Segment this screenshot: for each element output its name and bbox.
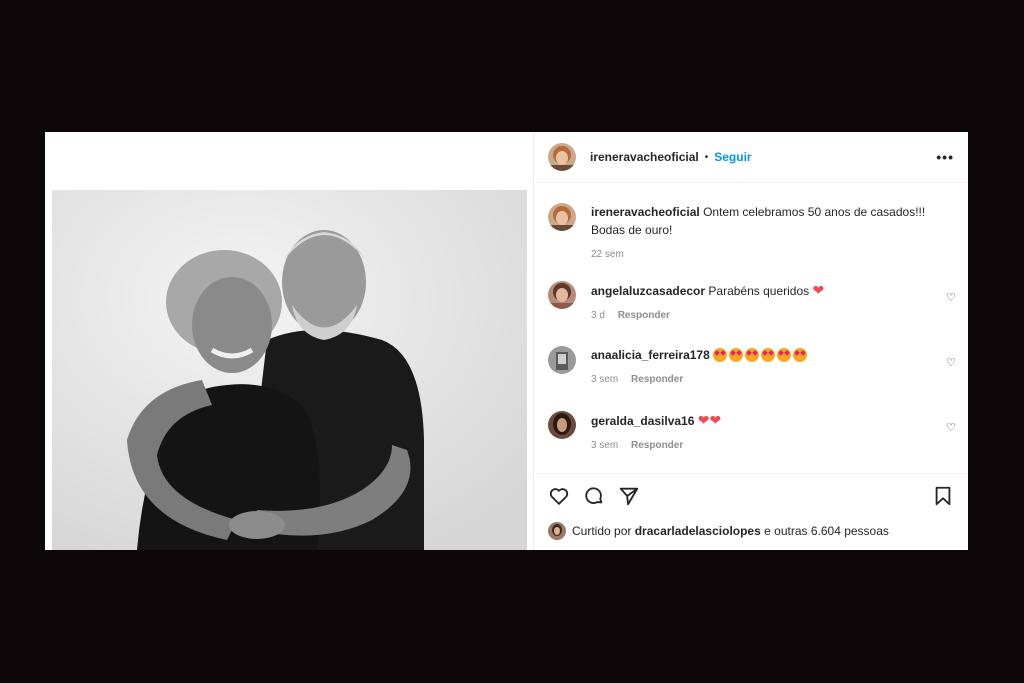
like-comment-heart-icon[interactable]: ♡: [946, 421, 956, 434]
post-header: ireneravacheoficial • Seguir •••: [534, 132, 968, 183]
like-comment-heart-icon[interactable]: ♡: [946, 291, 956, 304]
author-avatar[interactable]: [548, 203, 576, 231]
heart-eyes-emoji: [713, 348, 728, 362]
heart-icon[interactable]: [548, 485, 570, 507]
caption-text: ireneravacheoficial Ontem celebramos 50 …: [591, 203, 961, 239]
instagram-post: ireneravacheoficial • Seguir ••• irenera…: [45, 132, 968, 550]
comment-text: anaalicia_ferreira178: [591, 346, 961, 364]
commenter-avatar[interactable]: [548, 346, 576, 374]
comment-icon[interactable]: [583, 485, 605, 507]
author-username[interactable]: ireneravacheoficial: [590, 150, 699, 164]
comment-item: geralda_dasilva16 ❤❤ 3 sem Responder ♡: [548, 411, 960, 451]
heart-eyes-emoji: [745, 348, 760, 362]
couple-photo: [52, 190, 527, 550]
comment-meta: 3 sem Responder: [591, 374, 961, 385]
caption-time[interactable]: 22 sem: [591, 249, 624, 260]
likes-count[interactable]: e outras 6.604 pessoas: [764, 524, 889, 538]
comment-username[interactable]: anaalicia_ferreira178: [591, 348, 710, 362]
comment-item: anaalicia_ferreira178 3 sem Responder ♡: [548, 346, 960, 385]
comments-list[interactable]: ireneravacheoficial Ontem celebramos 50 …: [534, 183, 968, 473]
comment-time[interactable]: 3 sem: [591, 440, 618, 451]
comment-username[interactable]: angelaluzcasadecor: [591, 284, 705, 298]
red-heart-emoji: ❤: [812, 282, 825, 298]
comment-body: Parabéns queridos: [708, 284, 810, 298]
caption-username[interactable]: ireneravacheoficial: [591, 205, 700, 219]
author-avatar[interactable]: [548, 143, 576, 171]
comment-text: angelaluzcasadecor Parabéns queridos ❤: [591, 281, 961, 300]
heart-eyes-emoji: [729, 348, 744, 362]
comment-time[interactable]: 3 sem: [591, 374, 618, 385]
likes-prefix: Curtido por: [572, 524, 632, 538]
heart-eyes-emoji: [793, 348, 808, 362]
heart-eyes-emoji: [777, 348, 792, 362]
comment-text: geralda_dasilva16 ❤❤: [591, 411, 961, 430]
reply-button[interactable]: Responder: [631, 440, 683, 451]
post-media: [45, 132, 533, 550]
heart-eyes-emoji: [761, 348, 776, 362]
liker-username[interactable]: dracarladelasciolopes: [635, 524, 761, 538]
bookmark-icon[interactable]: [932, 485, 954, 507]
like-comment-heart-icon[interactable]: ♡: [946, 356, 956, 369]
heart-eyes-emoji-row: [713, 348, 809, 362]
caption: ireneravacheoficial Ontem celebramos 50 …: [548, 203, 960, 260]
comment-time[interactable]: 3 d: [591, 310, 605, 321]
commenter-avatar[interactable]: [548, 411, 576, 439]
comment-meta: 3 d Responder: [591, 310, 961, 321]
comment-meta: 3 sem Responder: [591, 440, 961, 451]
post-actions-bar: [534, 473, 968, 517]
reply-button[interactable]: Responder: [618, 310, 670, 321]
share-icon[interactable]: [618, 485, 640, 507]
liker-avatar[interactable]: [548, 522, 566, 540]
post-side-panel: ireneravacheoficial • Seguir ••• irenera…: [533, 132, 968, 550]
separator-dot: •: [704, 151, 709, 163]
reply-button[interactable]: Responder: [631, 374, 683, 385]
post-photo[interactable]: [52, 190, 527, 550]
follow-button[interactable]: Seguir: [714, 150, 751, 164]
commenter-avatar[interactable]: [548, 281, 576, 309]
more-options-icon[interactable]: •••: [936, 149, 954, 165]
likes-summary: Curtido por dracarladelasciolopes e outr…: [548, 522, 954, 540]
red-heart-emoji: ❤❤: [697, 412, 722, 428]
caption-meta: 22 sem: [591, 249, 961, 260]
comment-item: angelaluzcasadecor Parabéns queridos ❤ 3…: [548, 281, 960, 321]
comment-username[interactable]: geralda_dasilva16: [591, 414, 694, 428]
